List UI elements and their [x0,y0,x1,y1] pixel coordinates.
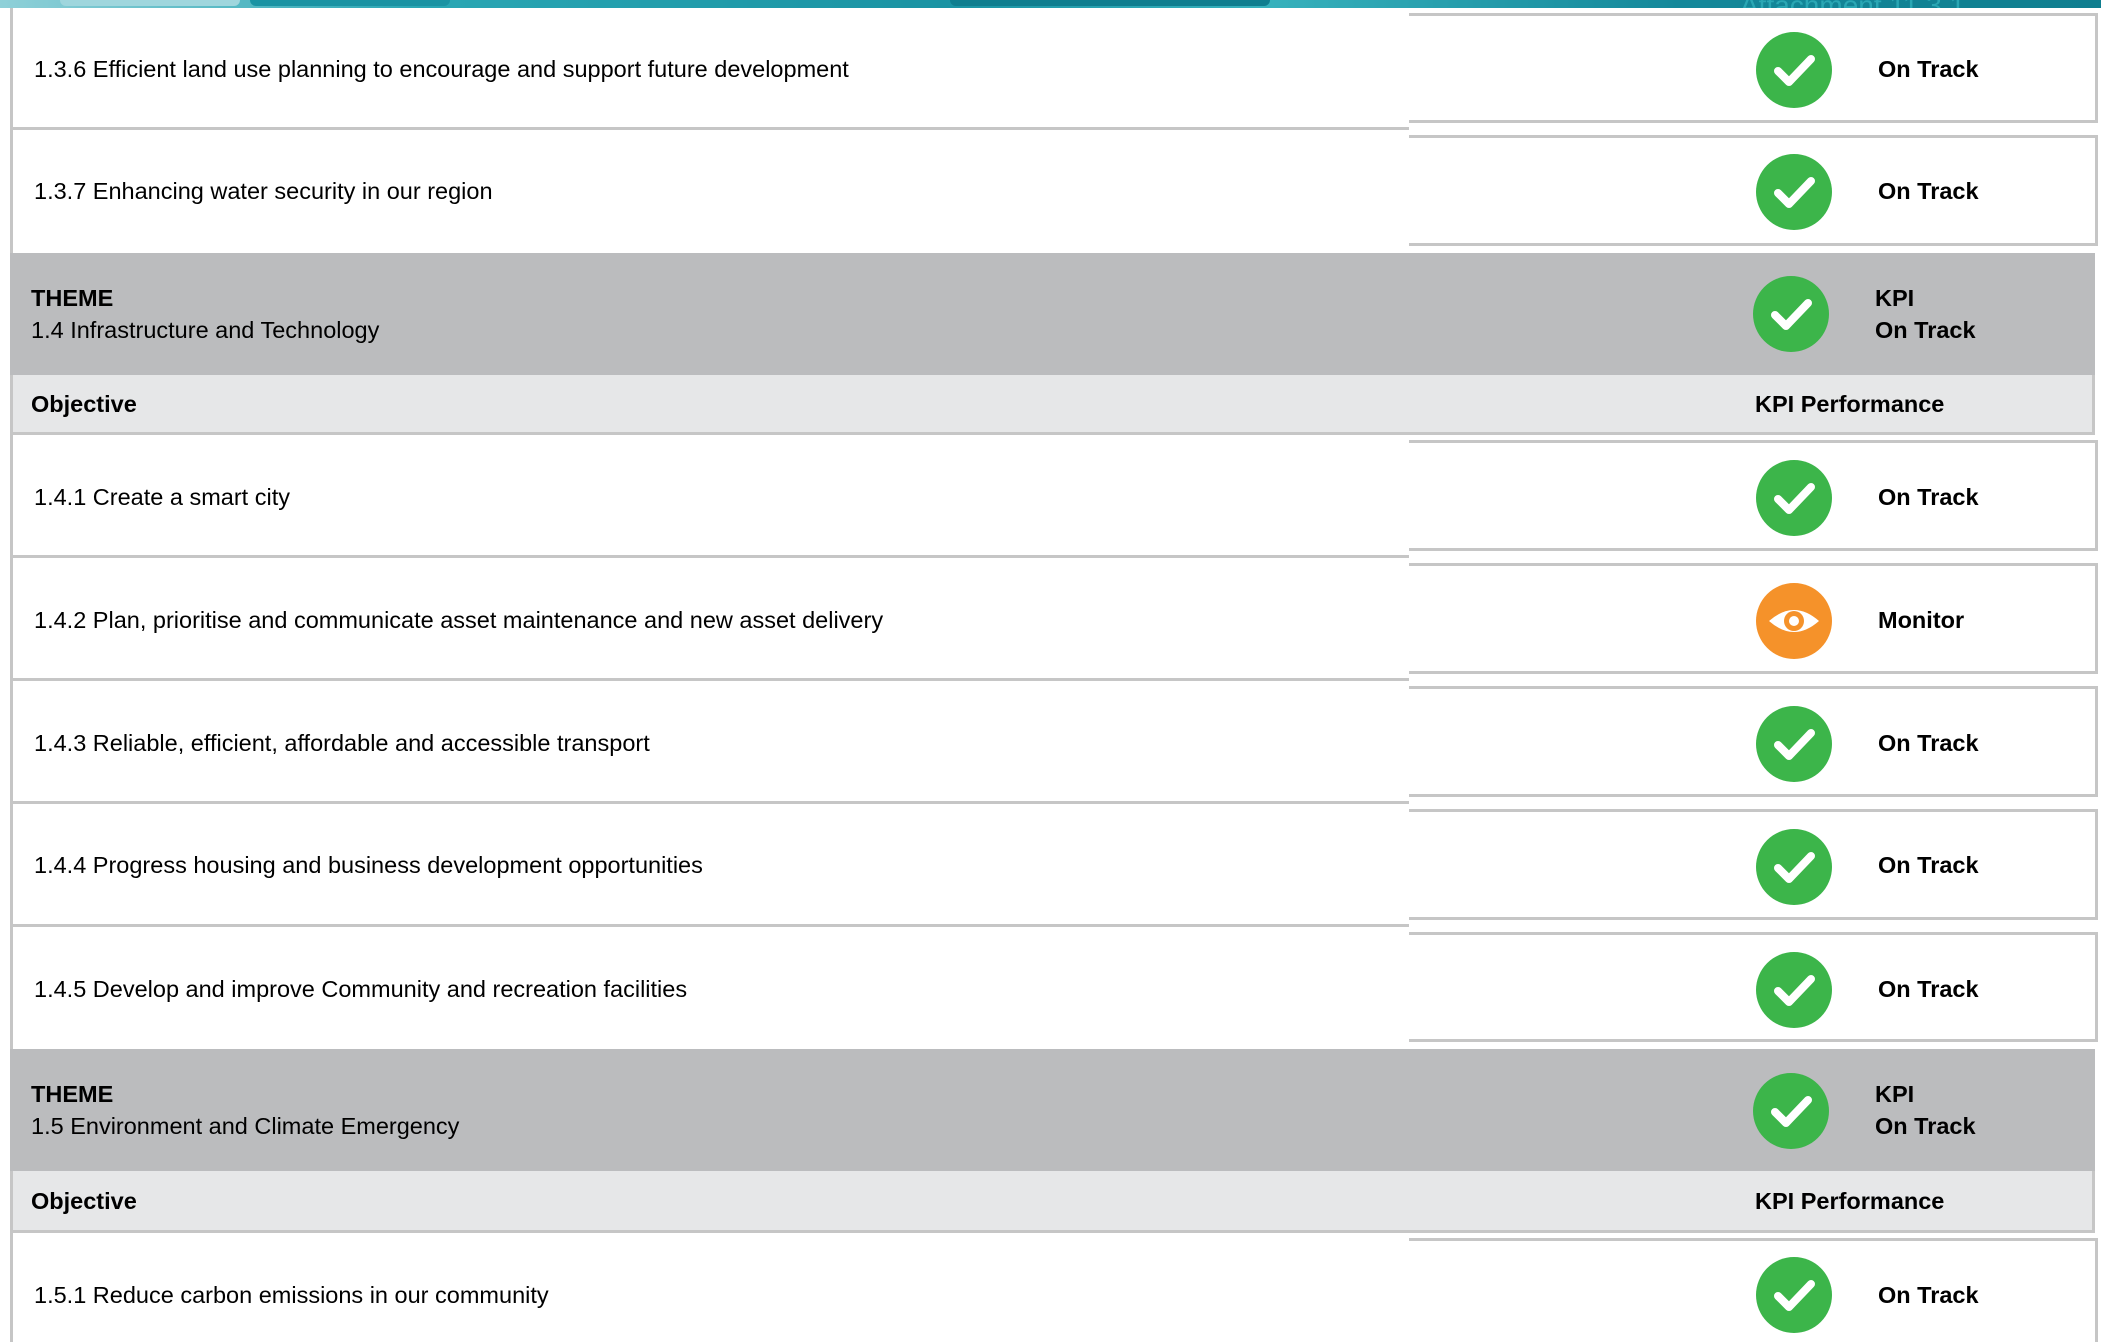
table-row: 1.4.1 Create a smart city On Track [10,435,2098,558]
banner-segment [950,0,1270,6]
objective-text: 1.3.6 Efficient land use planning to enc… [34,56,849,82]
status-label: On Track [1878,1282,1979,1308]
banner-segment [60,0,240,6]
column-header-row: Objective KPI Performance [10,1171,2095,1233]
kpi-label: KPI [1875,1081,1915,1107]
objective-text: 1.4.1 Create a smart city [34,484,290,510]
status-label: On Track [1875,1113,1976,1139]
row-right-cell [1409,1238,2098,1342]
status-label: On Track [1878,976,1979,1002]
check-icon [1753,276,1829,352]
check-icon [1756,706,1832,782]
check-icon [1756,952,1832,1028]
status-label: On Track [1875,317,1976,343]
table-row: 1.4.2 Plan, prioritise and communicate a… [10,558,2098,681]
table-row: 1.3.6 Efficient land use planning to enc… [10,8,2098,130]
table-row: 1.4.4 Progress housing and business deve… [10,804,2098,927]
report-page: Attachment 11.3.1 1.3.6 Efficient land u… [0,0,2101,1342]
theme-label: THEME [31,1081,114,1107]
objective-header: Objective [31,391,137,417]
row-right-cell [1409,13,2098,123]
objective-text: 1.5.1 Reduce carbon emissions in our com… [34,1282,549,1308]
table-row: 1.4.3 Reliable, efficient, affordable an… [10,681,2098,804]
theme-row: THEME 1.5 Environment and Climate Emerge… [10,1049,2095,1171]
objective-text: 1.4.2 Plan, prioritise and communicate a… [34,607,884,633]
check-icon [1756,1257,1832,1333]
column-header-row: Objective KPI Performance [10,375,2095,435]
status-label: Monitor [1878,607,1965,633]
row-right-cell [1409,809,2098,920]
table-row: 1.5.1 Reduce carbon emissions in our com… [10,1233,2098,1342]
row-right-cell [1409,135,2098,246]
check-icon [1756,829,1832,905]
kpi-performance-header: KPI Performance [1755,1188,1945,1214]
objective-text: 1.4.3 Reliable, efficient, affordable an… [34,730,650,756]
row-right-cell [1409,440,2098,551]
kpi-performance-header: KPI Performance [1755,391,1945,417]
status-label: On Track [1878,56,1979,82]
table-row: 1.3.7 Enhancing water security in our re… [10,130,2098,253]
theme-label: THEME [31,285,114,311]
objective-text: 1.4.4 Progress housing and business deve… [34,852,703,878]
status-label: On Track [1878,484,1979,510]
objective-text: 1.3.7 Enhancing water security in our re… [34,178,493,204]
theme-title: 1.5 Environment and Climate Emergency [31,1113,460,1139]
banner-segment [250,0,450,6]
check-icon [1753,1073,1829,1149]
table-row: 1.4.5 Develop and improve Community and … [10,927,2098,1049]
status-label: On Track [1878,852,1979,878]
status-label: On Track [1878,178,1979,204]
theme-title: 1.4 Infrastructure and Technology [31,317,380,343]
row-right-cell [1409,686,2098,797]
check-icon [1756,460,1832,536]
row-right-cell [1409,563,2098,674]
check-icon [1756,32,1832,108]
status-label: On Track [1878,730,1979,756]
row-right-cell [1409,932,2098,1042]
theme-row: THEME 1.4 Infrastructure and Technology … [10,253,2095,375]
objective-header: Objective [31,1188,137,1214]
kpi-label: KPI [1875,285,1915,311]
objective-text: 1.4.5 Develop and improve Community and … [34,976,688,1002]
eye-icon [1756,583,1832,659]
check-icon [1756,154,1832,230]
